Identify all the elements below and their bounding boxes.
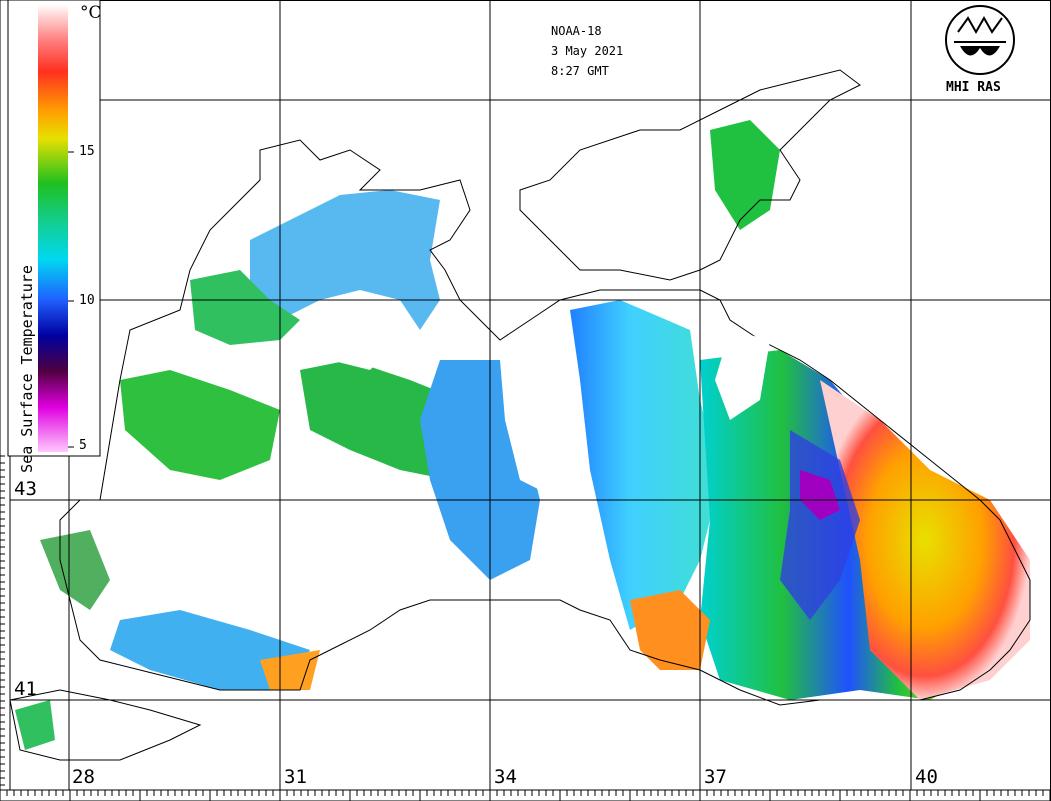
acquisition-date: 3 May 2021 — [551, 44, 624, 58]
azov-sst — [710, 120, 780, 230]
satellite-name: NOAA-18 — [551, 24, 602, 38]
color-scale-bar — [38, 4, 68, 452]
lon-label-40: 40 — [915, 766, 938, 788]
lon-label-31: 31 — [284, 766, 307, 788]
scale-tick-10: 10 — [79, 293, 95, 308]
sst-map — [0, 0, 1051, 801]
color-scale-unit: °C — [80, 3, 102, 23]
lon-label-34: 34 — [494, 766, 517, 788]
lat-label-41: 41 — [14, 678, 37, 700]
mhi-ras-logo-icon — [945, 5, 1015, 75]
west-coast-green — [40, 530, 110, 610]
color-scale-title: Sea Surface Temperature — [18, 265, 36, 473]
logo-label: MHI RAS — [946, 80, 1001, 95]
scale-tick-15: 15 — [79, 144, 95, 159]
se-warm-sst — [630, 590, 710, 670]
lat-label-43: 43 — [14, 478, 37, 500]
west-green — [120, 370, 280, 480]
lon-label-28: 28 — [72, 766, 95, 788]
marmara-sst — [15, 700, 55, 750]
acquisition-time: 8:27 GMT — [551, 64, 609, 78]
lon-label-37: 37 — [704, 766, 727, 788]
scale-tick-5: 5 — [79, 438, 87, 453]
central-sst — [570, 300, 720, 630]
